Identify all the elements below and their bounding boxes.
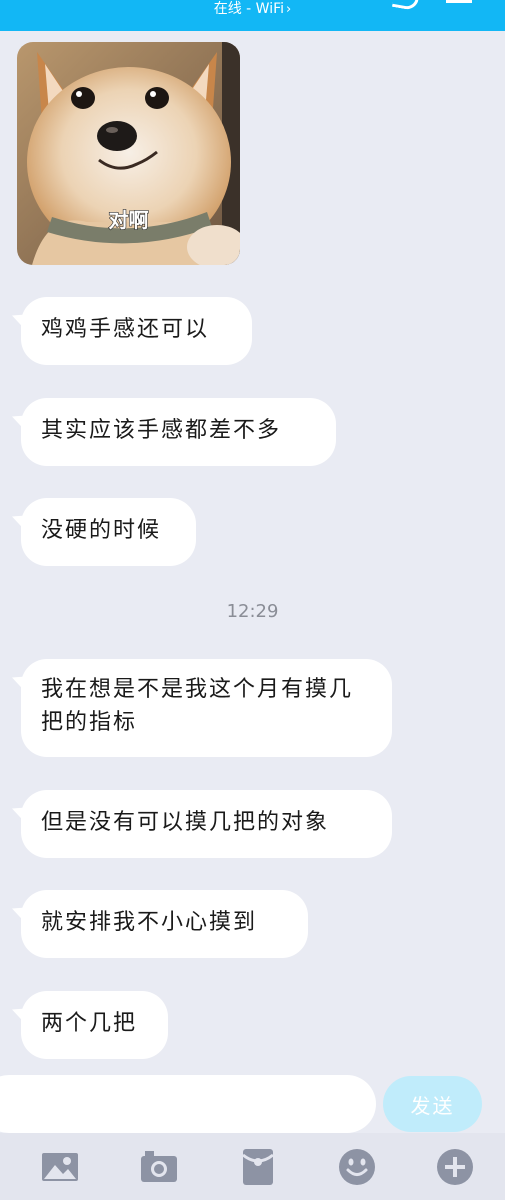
- camera-icon[interactable]: [139, 1147, 179, 1187]
- message-bubble[interactable]: 没硬的时候: [21, 498, 196, 566]
- image-icon[interactable]: [40, 1147, 80, 1187]
- red-packet-icon[interactable]: [238, 1147, 278, 1187]
- shiba-sticker-image[interactable]: 对啊: [17, 42, 240, 265]
- chevron-right-icon: ›: [286, 2, 292, 17]
- emoji-icon[interactable]: [337, 1147, 377, 1187]
- message-text: 没硬的时候: [41, 518, 162, 543]
- message-bubble[interactable]: 两个几把: [21, 991, 168, 1059]
- menu-icon[interactable]: [446, 0, 472, 3]
- plus-icon[interactable]: [435, 1147, 475, 1187]
- online-status-label: 在线 - WiFi: [213, 1, 285, 17]
- message-text: 就安排我不小心摸到: [41, 910, 258, 935]
- message-text: 鸡鸡手感还可以: [41, 317, 210, 342]
- online-status[interactable]: 在线 - WiFi ›: [0, 0, 505, 19]
- input-toolbar: [0, 1133, 505, 1200]
- message-text: 我在想是不是我这个月有摸几把的指标: [41, 677, 354, 735]
- message-text: 两个几把: [41, 1011, 138, 1036]
- send-button[interactable]: 发送: [383, 1076, 482, 1132]
- chat-header: 在线 - WiFi ›: [0, 0, 505, 31]
- sticker-caption: 对啊: [108, 207, 149, 232]
- message-bubble[interactable]: 就安排我不小心摸到: [21, 890, 308, 958]
- message-input-row: 发送: [0, 1075, 505, 1133]
- message-bubble[interactable]: 我在想是不是我这个月有摸几把的指标: [21, 659, 392, 757]
- message-timestamp: 12:29: [226, 601, 279, 622]
- message-text: 但是没有可以摸几把的对象: [41, 810, 330, 835]
- message-list[interactable]: 对啊 鸡鸡手感还可以 其实应该手感都差不多 没硬的时候 12:29 我在想是不是…: [0, 31, 505, 1075]
- message-input[interactable]: [0, 1075, 376, 1133]
- message-bubble[interactable]: 但是没有可以摸几把的对象: [21, 790, 392, 858]
- message-bubble[interactable]: 鸡鸡手感还可以: [21, 297, 252, 365]
- message-bubble[interactable]: 其实应该手感都差不多: [21, 398, 336, 466]
- message-text: 其实应该手感都差不多: [41, 418, 282, 443]
